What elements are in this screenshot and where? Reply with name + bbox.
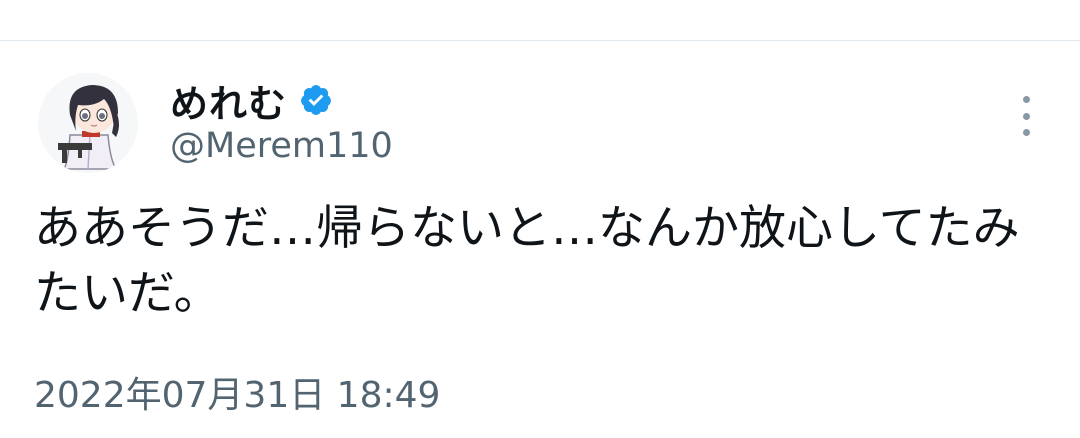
top-divider (0, 40, 1080, 41)
tweet-card: めれむ @Merem110 ああそうだ…帰らないと…なんか放心してたみたいだ。 … (0, 0, 1080, 438)
more-options-icon[interactable] (1012, 96, 1040, 136)
more-dot (1022, 112, 1030, 120)
more-dot (1022, 129, 1030, 136)
tweet-timestamp[interactable]: 2022年07月31日 18:49 (34, 366, 440, 418)
user-handle[interactable]: @Merem110 (170, 126, 393, 166)
display-name[interactable]: めれむ (170, 73, 287, 128)
avatar[interactable] (38, 73, 138, 173)
avatar-illustration (38, 73, 138, 173)
more-dot (1022, 96, 1030, 103)
display-name-row: めれむ (170, 72, 333, 128)
tweet-text: ああそうだ…帰らないと…なんか放心してたみたいだ。 (34, 201, 1020, 321)
verified-badge-icon (299, 83, 333, 117)
